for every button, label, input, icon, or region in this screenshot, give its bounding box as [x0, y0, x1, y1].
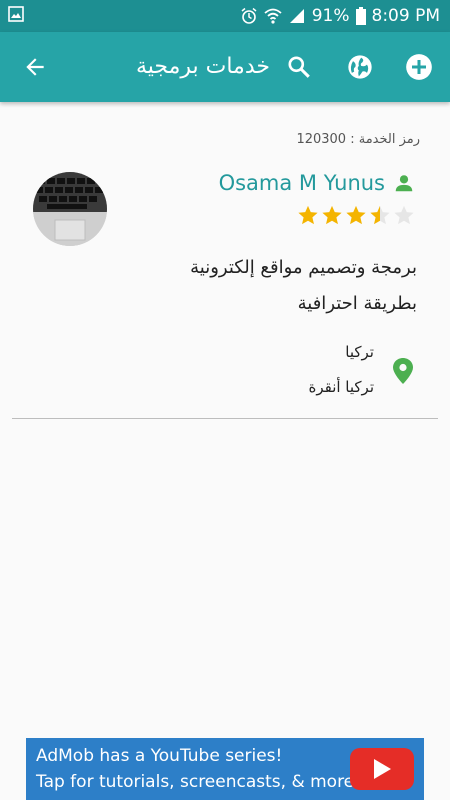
ad-line-1: AdMob has a YouTube series! [36, 746, 283, 766]
search-button[interactable] [283, 51, 315, 83]
globe-icon [348, 55, 372, 79]
location-country: تركيا [345, 343, 374, 361]
rating-stars [297, 204, 415, 226]
star-icon [298, 205, 318, 225]
ad-banner[interactable]: AdMob has a YouTube series! Tap for tuto… [26, 738, 424, 800]
page-title: خدمات برمجية [135, 54, 270, 79]
ad-line-2: Tap for tutorials, screencasts, & more. [36, 772, 360, 792]
provider-name[interactable]: Osama M Yunus [219, 171, 385, 195]
avatar[interactable] [33, 172, 107, 246]
arrow-back-icon [26, 58, 44, 76]
search-icon [288, 56, 310, 78]
youtube-play-icon [350, 748, 414, 790]
status-bar: 91% 8:09 PM [0, 0, 450, 32]
clock: 8:09 PM [371, 6, 441, 26]
add-circle-icon [406, 54, 432, 80]
add-button[interactable] [403, 51, 435, 83]
location-pin-icon [393, 358, 413, 384]
location-city: تركيا أنقرة [308, 378, 374, 396]
service-description: برمجة وتصميم مواقع إلكترونية بطريقة احتر… [117, 250, 417, 322]
star-half-icon [370, 205, 390, 225]
star-empty-icon [394, 205, 414, 225]
language-button[interactable] [344, 51, 376, 83]
battery-icon [355, 7, 366, 25]
gallery-notification-icon [8, 6, 24, 22]
service-code: رمز الخدمة : 120300 [296, 132, 420, 147]
provider-row: Osama M Yunus [219, 168, 415, 198]
battery-percent: 91% [311, 6, 350, 26]
description-line: برمجة وتصميم مواقع إلكترونية [190, 257, 417, 278]
star-icon [322, 205, 342, 225]
keyboard-photo-icon [33, 172, 107, 246]
app-bar: خدمات برمجية [0, 32, 450, 102]
wifi-icon [264, 8, 282, 24]
signal-icon [289, 9, 304, 23]
back-button[interactable] [19, 51, 51, 83]
alarm-icon [241, 7, 257, 24]
star-icon [346, 205, 366, 225]
person-icon [395, 175, 413, 192]
description-line: بطريقة احترافية [297, 293, 417, 314]
